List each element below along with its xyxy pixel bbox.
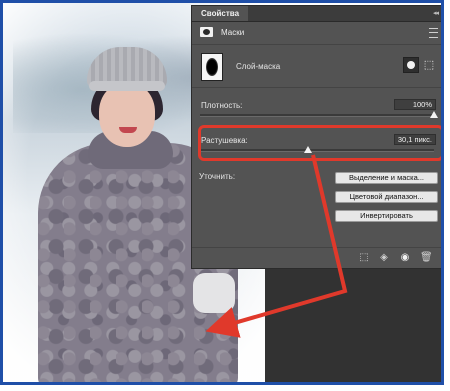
arrow-path xyxy=(205,154,348,338)
screenshot-frame: Свойства ◂◂ Маски Слой-маска ⬚ Плотность… xyxy=(0,0,444,385)
annotation-arrow xyxy=(205,154,348,338)
